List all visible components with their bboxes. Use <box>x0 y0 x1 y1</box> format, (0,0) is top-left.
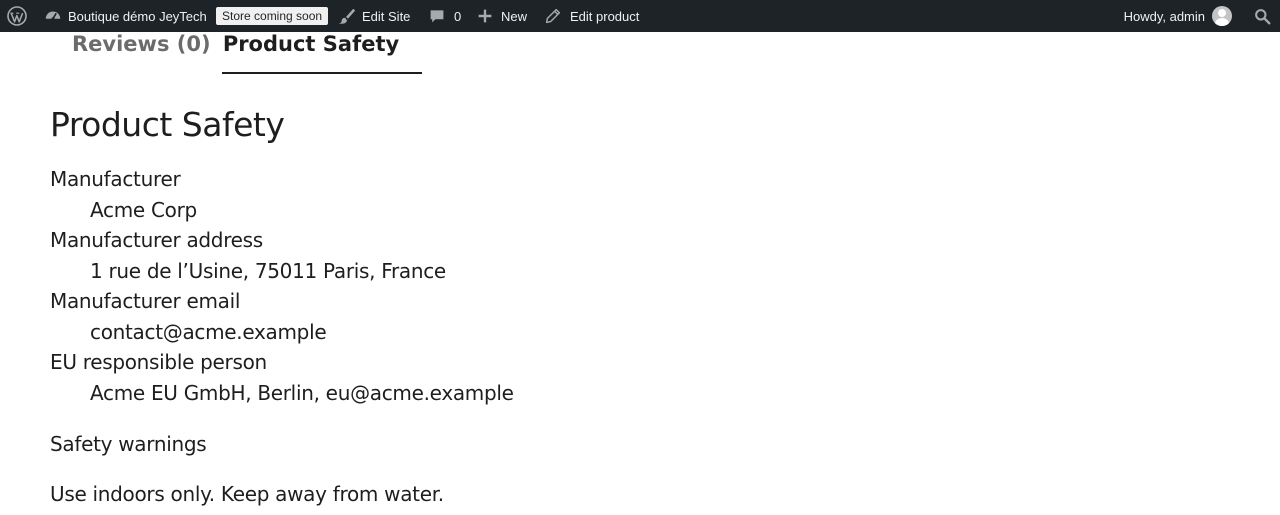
safety-warnings-text: Use indoors only. Keep away from water. <box>50 482 444 506</box>
site-name-link[interactable]: Boutique démo JeyTech <box>44 0 207 32</box>
dashboard-icon <box>44 7 62 25</box>
wordpress-logo-button[interactable] <box>7 0 27 32</box>
section-title: Product Safety <box>50 105 285 144</box>
comment-bubble-icon <box>429 8 445 24</box>
safety-details-list: Manufacturer Acme Corp Manufacturer addr… <box>50 164 1230 408</box>
tab-product-safety[interactable]: Product Safety <box>222 32 422 74</box>
site-name-label: Boutique démo JeyTech <box>68 8 207 24</box>
tab-reviews[interactable]: Reviews (0) <box>72 32 211 72</box>
field-value-manufacturer: Acme Corp <box>90 197 197 222</box>
safety-warnings-heading: Safety warnings <box>50 432 207 456</box>
product-safety-panel: Product Safety Manufacturer Acme Corp Ma… <box>50 104 1230 508</box>
new-label: New <box>501 8 528 24</box>
edit-product-link[interactable]: Edit product <box>545 0 639 32</box>
field-value-manufacturer-email: contact@acme.example <box>90 319 327 344</box>
wordpress-logo-icon <box>7 6 27 26</box>
edit-site-link[interactable]: Edit Site <box>338 0 410 32</box>
howdy-label: Howdy, admin <box>1123 8 1205 24</box>
store-coming-soon-link[interactable]: Store coming soon <box>216 0 329 32</box>
brush-icon <box>338 7 356 25</box>
store-coming-soon-badge: Store coming soon <box>216 7 329 25</box>
edit-site-label: Edit Site <box>362 8 411 24</box>
field-label-manufacturer-email: Manufacturer email <box>50 289 241 313</box>
avatar <box>1212 6 1232 26</box>
plus-icon <box>477 8 493 24</box>
comments-count: 0 <box>454 8 462 24</box>
field-value-manufacturer-address: 1 rue de l’Usine, 75011 Paris, France <box>90 258 446 283</box>
admin-bar: Boutique démo JeyTech Store coming soon … <box>0 0 1280 32</box>
search-icon <box>1254 8 1271 25</box>
new-content-link[interactable]: New <box>477 0 527 32</box>
search-button[interactable] <box>1254 0 1271 32</box>
edit-product-label: Edit product <box>570 8 640 24</box>
field-label-manufacturer-address: Manufacturer address <box>50 228 263 252</box>
tab-product-safety-label: Product Safety <box>222 32 400 56</box>
pencil-icon <box>545 8 561 24</box>
field-label-manufacturer: Manufacturer <box>50 167 181 191</box>
my-account-menu[interactable]: Howdy, admin <box>1124 0 1232 32</box>
comments-link[interactable]: 0 <box>429 0 461 32</box>
field-label-eu-responsible-person: EU responsible person <box>50 350 267 374</box>
field-value-eu-responsible-person: Acme EU GmbH, Berlin, eu@acme.example <box>90 380 514 405</box>
